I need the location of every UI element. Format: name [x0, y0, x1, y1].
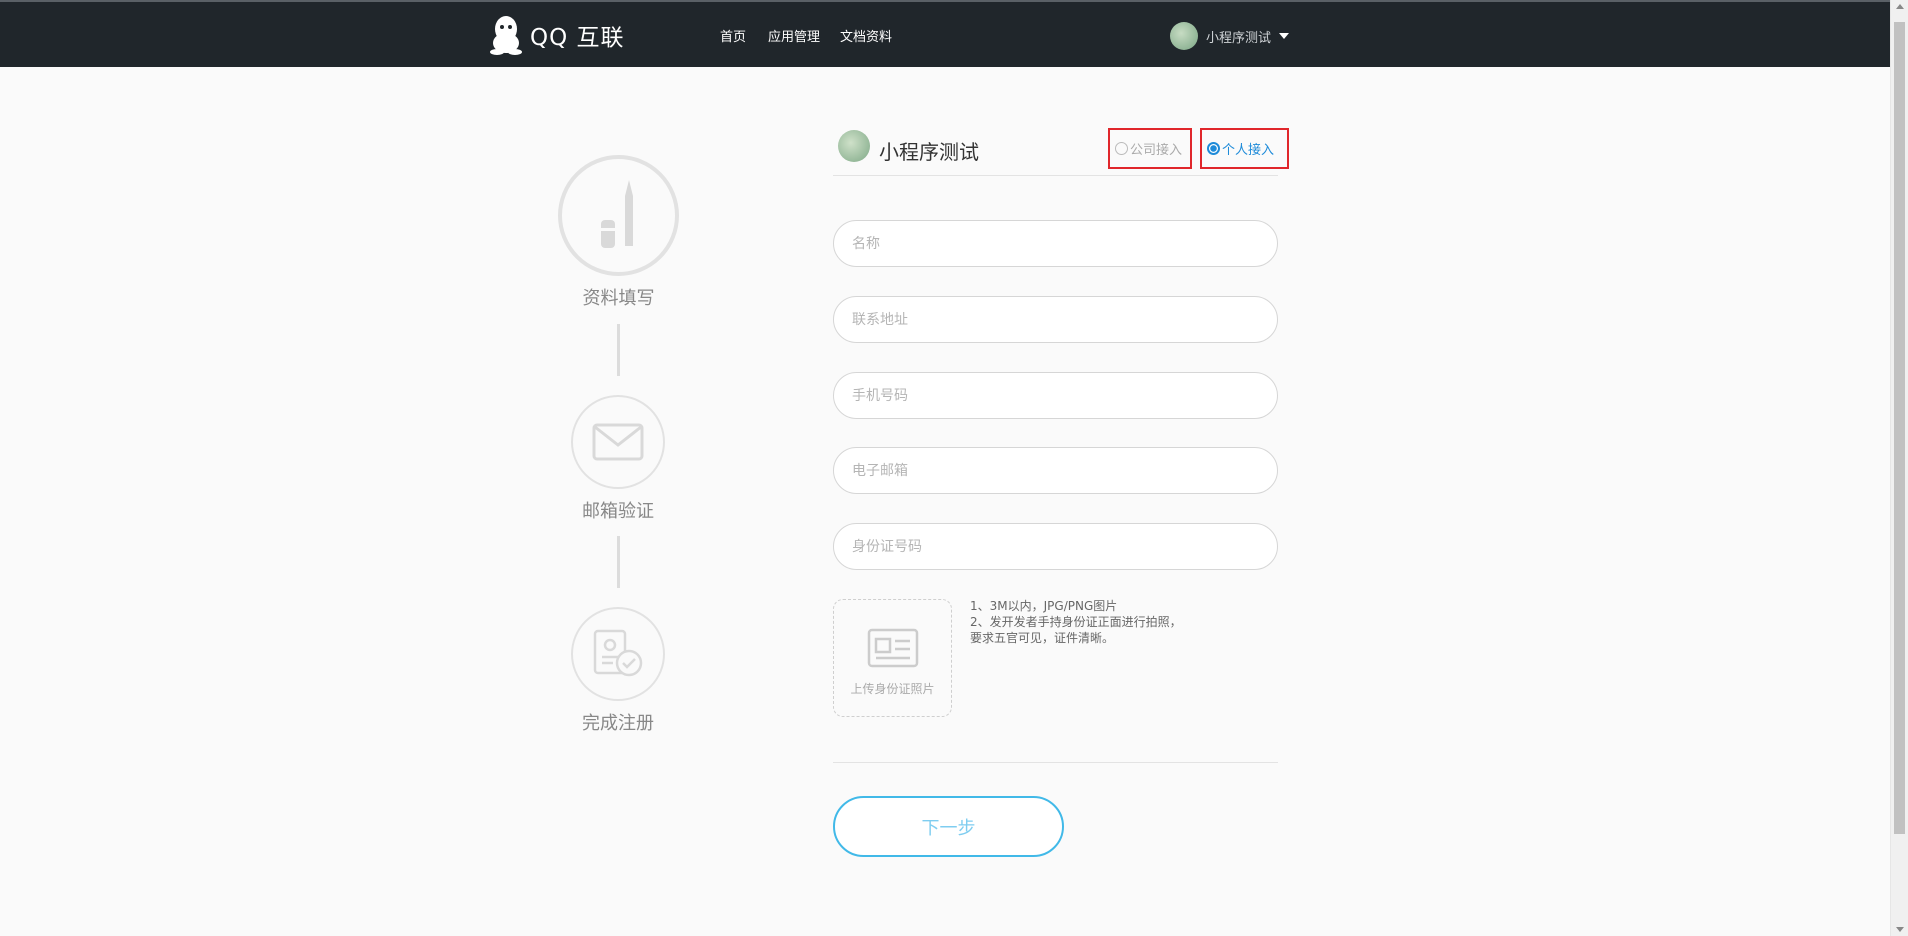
radio-unchecked-icon[interactable] — [1115, 142, 1128, 155]
email-input[interactable] — [834, 448, 1277, 493]
next-step-button[interactable]: 下一步 — [833, 796, 1064, 857]
address-field[interactable] — [833, 296, 1278, 343]
brand-text: QQ 互联 — [530, 25, 625, 51]
address-input[interactable] — [834, 297, 1277, 342]
upload-hints: 1、3M以内，JPG/PNG图片 2、发开发者手持身份证正面进行拍照， 要求五官… — [970, 598, 1182, 646]
id-photo-upload[interactable]: 上传身份证照片 — [833, 599, 952, 717]
phone-field[interactable] — [833, 372, 1278, 419]
id-number-field[interactable] — [833, 523, 1278, 570]
email-field[interactable] — [833, 447, 1278, 494]
name-field[interactable] — [833, 220, 1278, 267]
step-connector — [617, 536, 620, 588]
envelope-icon — [592, 423, 644, 461]
upload-label: 上传身份证照片 — [850, 682, 935, 696]
scroll-thumb[interactable] — [1894, 22, 1905, 834]
scroll-down-arrow-icon[interactable] — [1896, 927, 1904, 932]
id-card-icon — [867, 628, 918, 668]
form-header: 小程序测试 公司接入 个人接入 — [833, 128, 1289, 176]
step-circle — [558, 155, 679, 276]
radio-checked-icon[interactable] — [1207, 142, 1220, 155]
caret-down-icon — [1279, 33, 1290, 39]
scroll-up-arrow-icon[interactable] — [1896, 4, 1904, 9]
main-nav: 首页 应用管理 文档资料 — [720, 26, 914, 45]
penguin-icon — [490, 16, 522, 55]
document-check-icon — [593, 629, 643, 677]
qq-logo[interactable]: QQ 互联 — [489, 15, 625, 55]
nav-docs[interactable]: 文档资料 — [840, 26, 892, 45]
step-label: 资料填写 — [582, 288, 655, 309]
radio-label: 公司接入 — [1130, 143, 1183, 158]
phone-input[interactable] — [834, 373, 1277, 418]
radio-company-access[interactable]: 公司接入 — [1108, 128, 1192, 169]
top-navbar: QQ 互联 首页 应用管理 文档资料 小程序测试 — [0, 0, 1890, 67]
hint-line: 1、3M以内，JPG/PNG图片 — [970, 599, 1118, 613]
scrollbar[interactable] — [1890, 0, 1908, 936]
divider — [833, 762, 1278, 763]
step-circle — [571, 607, 665, 701]
radio-label: 个人接入 — [1222, 143, 1275, 158]
app-name-title: 小程序测试 — [879, 140, 979, 164]
avatar — [1170, 22, 1198, 50]
user-name: 小程序测试 — [1206, 30, 1272, 46]
hint-line: 2、发开发者手持身份证正面进行拍照， — [970, 615, 1182, 629]
nav-home[interactable]: 首页 — [720, 26, 746, 45]
id-number-input[interactable] — [834, 524, 1277, 569]
nav-app-management[interactable]: 应用管理 — [768, 26, 820, 45]
step-complete: 完成注册 — [571, 607, 665, 735]
avatar — [838, 130, 870, 162]
step-connector — [617, 324, 620, 376]
radio-personal-access[interactable]: 个人接入 — [1200, 128, 1289, 169]
hint-line: 要求五官可见，证件清晰。 — [970, 631, 1115, 645]
name-input[interactable] — [834, 221, 1277, 266]
step-email-verify: 邮箱验证 — [571, 395, 665, 523]
step-label: 完成注册 — [582, 713, 654, 734]
step-circle — [571, 395, 665, 489]
pen-icon — [600, 179, 633, 248]
user-menu[interactable]: 小程序测试 — [1170, 22, 1290, 50]
step-label: 邮箱验证 — [582, 501, 654, 522]
step-fill-info: 资料填写 — [558, 155, 679, 310]
